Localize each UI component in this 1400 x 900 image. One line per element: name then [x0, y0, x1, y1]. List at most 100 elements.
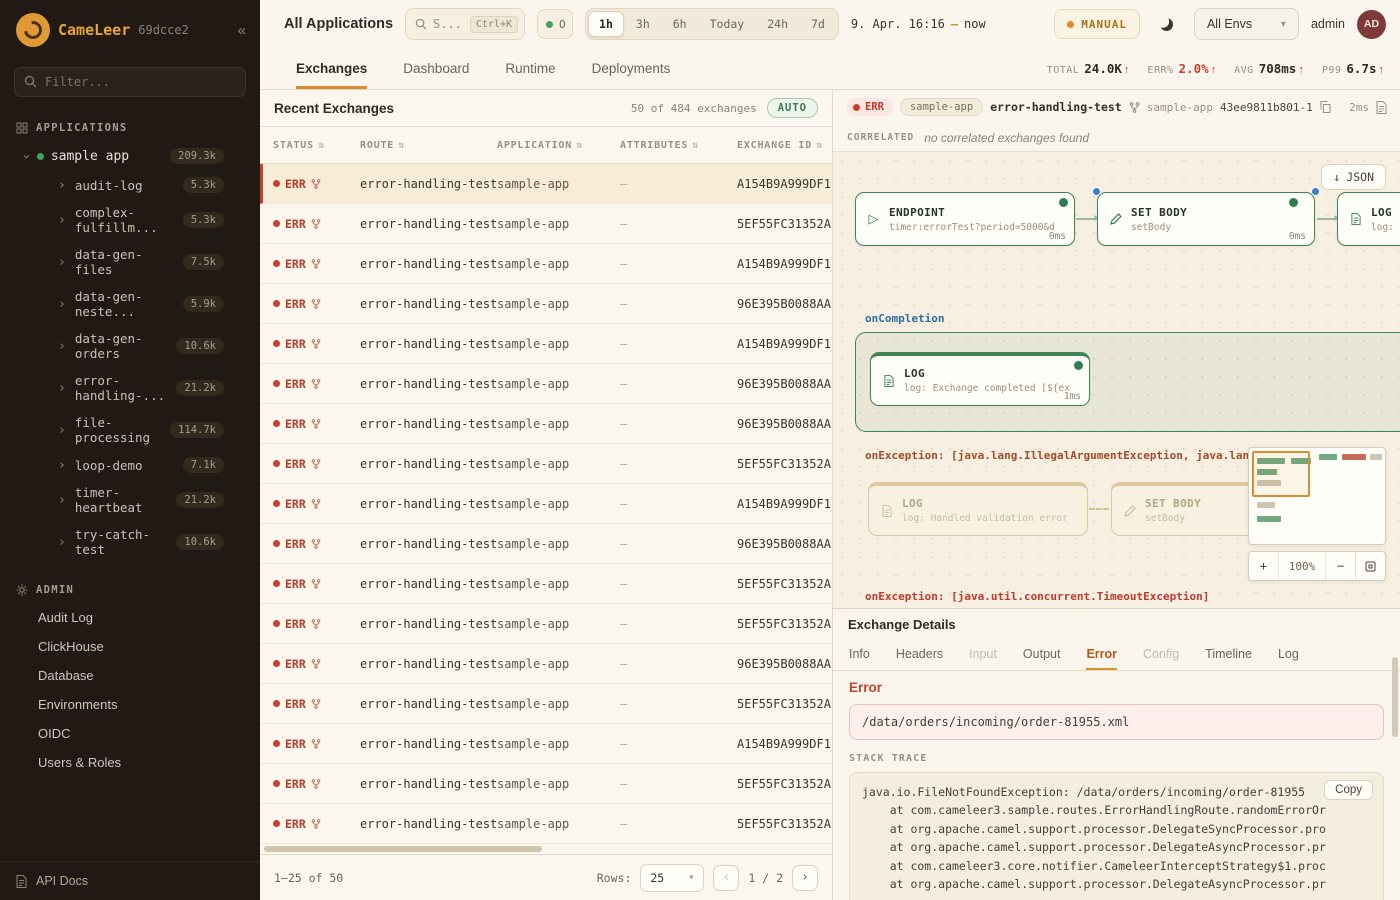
- sidebar-route-timer-heartbeat[interactable]: ›timer-heartbeat21.2k: [0, 479, 260, 521]
- zoom-out-button[interactable]: −: [1325, 552, 1355, 580]
- details-tab-input[interactable]: Input: [969, 639, 997, 670]
- applications-section-header[interactable]: APPLICATIONS: [0, 113, 260, 141]
- admin-item-oidc[interactable]: OIDC: [0, 719, 260, 748]
- prev-page-button[interactable]: ‹: [713, 865, 739, 891]
- on-completion-group[interactable]: LOG log: Exchange completed [${exchan...…: [855, 332, 1400, 432]
- api-docs-link[interactable]: API Docs: [0, 861, 260, 900]
- exchange-row[interactable]: ERRerror-handling-testsample-app—96E395B…: [260, 364, 832, 404]
- date-range[interactable]: 9. Apr. 16:16 – now: [851, 17, 986, 31]
- flow-canvas[interactable]: ↓ JSON ▷ ENDPOINT timer:errorTest?period…: [833, 152, 1400, 608]
- copy-id-icon[interactable]: [1320, 101, 1331, 113]
- exchange-row[interactable]: ERRerror-handling-testsample-app—5EF55FC…: [260, 804, 832, 844]
- selection-handle[interactable]: [1311, 187, 1320, 196]
- stack-trace-block[interactable]: Copy java.io.FileNotFoundException: /dat…: [849, 772, 1384, 900]
- download-json-button[interactable]: ↓ JSON: [1321, 164, 1386, 190]
- admin-item-environments[interactable]: Environments: [0, 690, 260, 719]
- exchange-row[interactable]: ERRerror-handling-testsample-app—A154B9A…: [260, 484, 832, 524]
- sidebar-filter-input[interactable]: [14, 67, 246, 97]
- admin-item-clickhouse[interactable]: ClickHouse: [0, 632, 260, 661]
- time-range-1h[interactable]: 1h: [588, 11, 624, 37]
- rows-per-page-select[interactable]: 25 ▾: [640, 864, 704, 892]
- admin-item-users-roles[interactable]: Users & Roles: [0, 748, 260, 777]
- horizontal-scrollbar-thumb[interactable]: [264, 846, 542, 852]
- time-range-7d[interactable]: 7d: [800, 11, 836, 37]
- document-icon[interactable]: [1376, 101, 1387, 114]
- column-header-application[interactable]: APPLICATION⇅: [497, 140, 620, 151]
- horizontal-scrollbar[interactable]: [260, 844, 832, 854]
- time-range-6h[interactable]: 6h: [662, 11, 698, 37]
- sidebar-route-data-gen-orders[interactable]: ›data-gen-orders10.6k: [0, 325, 260, 367]
- sidebar-route-audit-log[interactable]: ›audit-log5.3k: [0, 171, 260, 199]
- status-label: ERR: [285, 177, 306, 191]
- selection-handle[interactable]: [1092, 187, 1101, 196]
- sidebar-route-data-gen-files[interactable]: ›data-gen-files7.5k: [0, 241, 260, 283]
- vertical-scrollbar[interactable]: [1392, 657, 1398, 737]
- exchanges-panel-header: Recent Exchanges 50 of 484 exchanges AUT…: [260, 90, 832, 126]
- exchange-row[interactable]: ERRerror-handling-testsample-app—A154B9A…: [260, 724, 832, 764]
- exchange-row[interactable]: ERRerror-handling-testsample-app—5EF55FC…: [260, 204, 832, 244]
- details-tab-output[interactable]: Output: [1023, 639, 1061, 670]
- exchange-row[interactable]: ERRerror-handling-testsample-app—A154B9A…: [260, 324, 832, 364]
- avatar[interactable]: AD: [1357, 10, 1386, 39]
- details-tab-log[interactable]: Log: [1278, 639, 1299, 670]
- exchange-row[interactable]: ERRerror-handling-testsample-app—5EF55FC…: [260, 604, 832, 644]
- sidebar-route-try-catch-test[interactable]: ›try-catch-test10.6k: [0, 521, 260, 563]
- tab-dashboard[interactable]: Dashboard: [403, 48, 469, 89]
- zoom-in-button[interactable]: +: [1249, 552, 1278, 580]
- exchange-row[interactable]: ERRerror-handling-testsample-app—5EF55FC…: [260, 764, 832, 804]
- exchange-row[interactable]: ERRerror-handling-testsample-app—96E395B…: [260, 644, 832, 684]
- details-tab-info[interactable]: Info: [849, 639, 870, 670]
- time-range-24h[interactable]: 24h: [756, 11, 799, 37]
- sidebar-route-loop-demo[interactable]: ›loop-demo7.1k: [0, 451, 260, 479]
- sidebar-route-complex-fulfillm[interactable]: ›complex-fulfillm...5.3k: [0, 199, 260, 241]
- flow-node-set-body[interactable]: SET BODY setBody 0ms: [1097, 192, 1315, 246]
- sidebar-route-error-handling[interactable]: ›error-handling-...21.2k: [0, 367, 260, 409]
- sidebar-collapse-button[interactable]: «: [238, 22, 246, 39]
- details-tab-config[interactable]: Config: [1143, 639, 1179, 670]
- details-tab-timeline[interactable]: Timeline: [1205, 639, 1252, 670]
- exchange-row[interactable]: ERRerror-handling-testsample-app—5EF55FC…: [260, 444, 832, 484]
- sidebar-item-sample-app[interactable]: › sample app 209.3k: [0, 141, 260, 171]
- exchange-row[interactable]: ERRerror-handling-testsample-app—5EF55FC…: [260, 564, 832, 604]
- details-tab-headers[interactable]: Headers: [896, 639, 943, 670]
- column-header-attributes[interactable]: ATTRIBUTES⇅: [620, 140, 737, 151]
- tab-runtime[interactable]: Runtime: [505, 48, 555, 89]
- exchange-row[interactable]: ERRerror-handling-testsample-app—96E395B…: [260, 284, 832, 324]
- flow-minimap[interactable]: [1248, 447, 1386, 545]
- tab-exchanges[interactable]: Exchanges: [296, 48, 367, 89]
- exchange-row[interactable]: ERRerror-handling-testsample-app—96E395B…: [260, 524, 832, 564]
- chevron-right-icon: ›: [58, 382, 66, 395]
- flow-node-endpoint[interactable]: ▷ ENDPOINT timer:errorTest?period=5000&d…: [855, 192, 1075, 246]
- flow-node-log[interactable]: LOG log: Sta...: [1337, 192, 1400, 246]
- sidebar-route-data-gen-neste[interactable]: ›data-gen-neste...5.9k: [0, 283, 260, 325]
- admin-section-header[interactable]: ADMIN: [0, 575, 260, 603]
- node-output-handle: [1074, 361, 1083, 370]
- vertical-scrollbar-thumb[interactable]: [1392, 657, 1398, 737]
- flow-node-log-completion[interactable]: LOG log: Exchange completed [${exchan...…: [870, 352, 1090, 406]
- column-header-exchange-id[interactable]: EXCHANGE ID⇅: [737, 140, 832, 151]
- zoom-fit-button[interactable]: [1355, 552, 1385, 580]
- tab-deployments[interactable]: Deployments: [592, 48, 671, 89]
- column-header-route[interactable]: ROUTE⇅: [360, 140, 497, 151]
- env-select[interactable]: All Envs ▾: [1194, 8, 1299, 40]
- details-tab-error[interactable]: Error: [1086, 639, 1117, 670]
- exchange-row[interactable]: ERRerror-handling-testsample-app—A154B9A…: [260, 164, 832, 204]
- minimap-viewport[interactable]: [1252, 451, 1310, 497]
- manual-refresh-button[interactable]: MANUAL: [1054, 9, 1140, 39]
- copy-stack-button[interactable]: Copy: [1324, 780, 1373, 800]
- global-search[interactable]: S... Ctrl+K: [405, 8, 525, 40]
- admin-item-audit-log[interactable]: Audit Log: [0, 603, 260, 632]
- time-range-3h[interactable]: 3h: [625, 11, 661, 37]
- auto-refresh-badge[interactable]: AUTO: [767, 98, 818, 118]
- flow-node-log-exception[interactable]: LOG log: Handled validation error: ${exc…: [868, 482, 1088, 536]
- column-header-status[interactable]: STATUS⇅: [273, 140, 360, 151]
- sidebar-route-file-processing[interactable]: ›file-processing114.7k: [0, 409, 260, 451]
- time-range-today[interactable]: Today: [699, 11, 756, 37]
- exchange-row[interactable]: ERRerror-handling-testsample-app—96E395B…: [260, 404, 832, 444]
- exchange-row[interactable]: ERRerror-handling-testsample-app—5EF55FC…: [260, 684, 832, 724]
- admin-item-database[interactable]: Database: [0, 661, 260, 690]
- exchange-row[interactable]: ERRerror-handling-testsample-app—A154B9A…: [260, 244, 832, 284]
- next-page-button[interactable]: ›: [792, 865, 818, 891]
- json-button-label: JSON: [1346, 170, 1374, 184]
- dark-mode-toggle[interactable]: [1152, 9, 1182, 39]
